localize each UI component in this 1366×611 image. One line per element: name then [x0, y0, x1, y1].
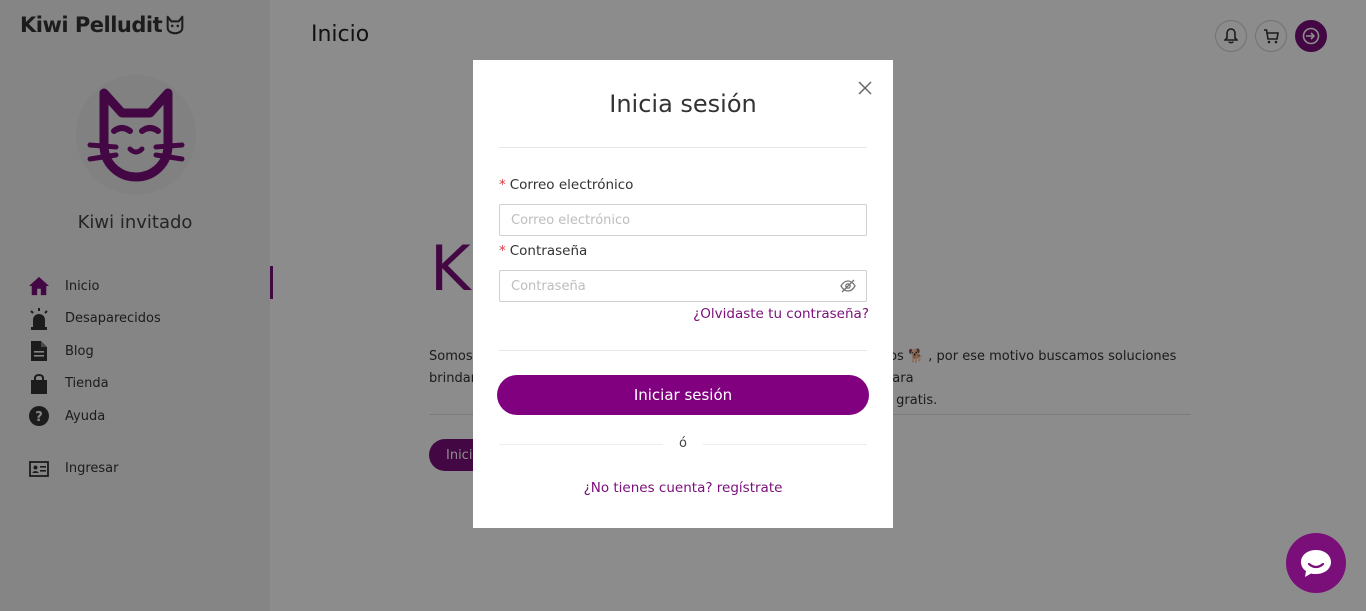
- modal-divider-middle: [499, 350, 867, 351]
- modal-divider-top: [499, 147, 867, 148]
- modal-title: Inicia sesión: [609, 90, 757, 118]
- chat-button[interactable]: [1286, 533, 1346, 593]
- email-field[interactable]: [499, 204, 867, 236]
- chat-bubble-icon: [1301, 550, 1331, 577]
- password-label-text: Contraseña: [509, 243, 588, 259]
- email-label-text: Correo electrónico: [509, 177, 634, 193]
- eye-off-icon: [840, 279, 856, 293]
- toggle-password-visibility[interactable]: [839, 278, 857, 294]
- register-link[interactable]: ¿No tienes cuenta? regístrate: [473, 480, 893, 496]
- required-mark: *: [499, 177, 506, 193]
- password-field[interactable]: [499, 270, 867, 302]
- or-separator: ó: [499, 436, 867, 452]
- submit-login-button[interactable]: Iniciar sesión: [497, 375, 869, 415]
- required-mark: *: [499, 243, 506, 259]
- email-label: * Correo electrónico: [499, 177, 633, 193]
- password-label: * Contraseña: [499, 243, 587, 259]
- login-modal: Inicia sesión *Correo electrónico *Contr…: [473, 60, 893, 528]
- or-text: ó: [679, 436, 687, 451]
- forgot-password-link[interactable]: ¿Olvidaste tu contraseña?: [693, 306, 869, 322]
